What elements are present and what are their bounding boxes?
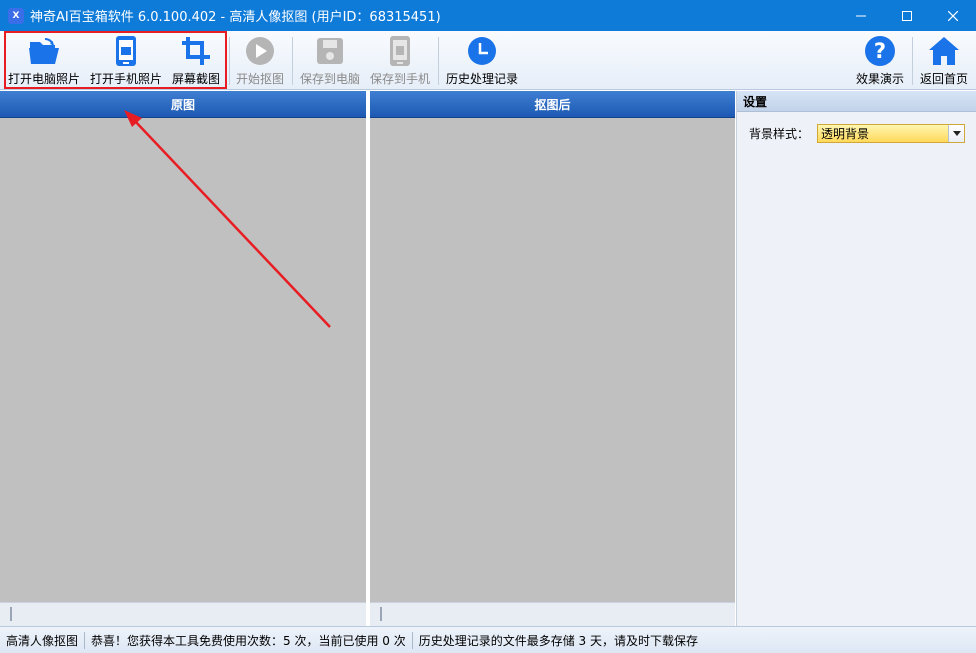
toolbar: 打开电脑照片 打开手机照片 屏幕截图 开始抠图 保存到电脑 保存到手机 历史处理…: [0, 31, 976, 90]
settings-panel: 设置 背景样式： 透明背景: [736, 91, 976, 626]
status-bar: 高清人像抠图 恭喜！您获得本工具免费使用次数：5 次，当前已使用 0 次 历史处…: [0, 626, 976, 653]
crop-icon: [182, 37, 210, 65]
result-panel-header: 抠图后: [370, 91, 735, 118]
screenshot-button[interactable]: 屏幕截图: [168, 33, 224, 89]
close-button[interactable]: [930, 0, 976, 31]
maximize-icon: [902, 10, 912, 21]
bg-style-value: 透明背景: [821, 127, 870, 141]
original-scrollbar[interactable]: [0, 602, 366, 626]
start-cutout-label: 开始抠图: [235, 72, 284, 86]
svg-text:?: ?: [874, 39, 886, 63]
folder-open-icon: [29, 38, 59, 64]
toolbar-separator: [292, 37, 293, 85]
bg-style-row: 背景样式： 透明背景: [749, 124, 966, 143]
bg-style-label: 背景样式：: [749, 127, 810, 141]
history-label: 历史处理记录: [445, 72, 518, 86]
toolbar-separator: [912, 37, 913, 85]
save-to-phone-label: 保存到手机: [369, 72, 430, 86]
minimize-button[interactable]: [838, 0, 884, 31]
original-panel-header: 原图: [0, 91, 366, 118]
open-phone-photo-label: 打开手机照片: [89, 72, 162, 86]
window-title: 神奇AI百宝箱软件 6.0.100.402 - 高清人像抠图 (用户ID：683…: [30, 10, 441, 25]
scrollbar-thumb[interactable]: [10, 607, 12, 621]
screenshot-label: 屏幕截图: [171, 72, 220, 86]
open-pc-photo-label: 打开电脑照片: [7, 72, 80, 86]
demo-button[interactable]: ? 效果演示: [852, 33, 908, 89]
status-usage: 恭喜！您获得本工具免费使用次数：5 次，当前已使用 0 次: [91, 633, 406, 648]
home-button[interactable]: 返回首页: [916, 33, 972, 89]
home-label: 返回首页: [919, 72, 968, 86]
home-icon: [929, 37, 959, 65]
maximize-button[interactable]: [884, 0, 930, 31]
save-to-phone-button[interactable]: 保存到手机: [367, 33, 433, 89]
save-to-pc-button[interactable]: 保存到电脑: [297, 33, 363, 89]
settings-header: 设置: [737, 91, 976, 112]
help-question-icon: ?: [865, 36, 895, 66]
status-mode: 高清人像抠图: [6, 633, 79, 648]
start-cutout-button[interactable]: 开始抠图: [233, 33, 287, 89]
close-icon: [948, 10, 958, 21]
save-disk-icon: [317, 38, 343, 64]
title-bar: X 神奇AI百宝箱软件 6.0.100.402 - 高清人像抠图 (用户ID：6…: [0, 0, 976, 31]
phone-icon: [116, 36, 136, 66]
result-image-panel: 抠图后: [370, 91, 735, 626]
original-image-panel: 原图: [0, 91, 366, 626]
bg-style-select[interactable]: 透明背景: [817, 124, 966, 143]
toolbar-separator: [438, 37, 439, 85]
open-phone-photo-button[interactable]: 打开手机照片: [88, 33, 164, 89]
toolbar-separator: [229, 37, 230, 85]
save-to-pc-label: 保存到电脑: [299, 72, 360, 86]
clock-icon: [468, 37, 496, 65]
play-icon: [246, 37, 274, 65]
demo-label: 效果演示: [855, 72, 904, 86]
result-scrollbar[interactable]: [370, 602, 735, 626]
status-notice: 历史处理记录的文件最多存储 3 天，请及时下载保存: [418, 633, 699, 648]
history-button[interactable]: 历史处理记录: [442, 33, 522, 89]
app-logo-icon: X: [8, 7, 24, 24]
phone-save-icon: [390, 36, 410, 66]
open-pc-photo-button[interactable]: 打开电脑照片: [6, 33, 82, 89]
dropdown-arrow-icon[interactable]: [948, 125, 965, 142]
scrollbar-thumb[interactable]: [380, 607, 382, 621]
minimize-icon: [856, 15, 866, 16]
